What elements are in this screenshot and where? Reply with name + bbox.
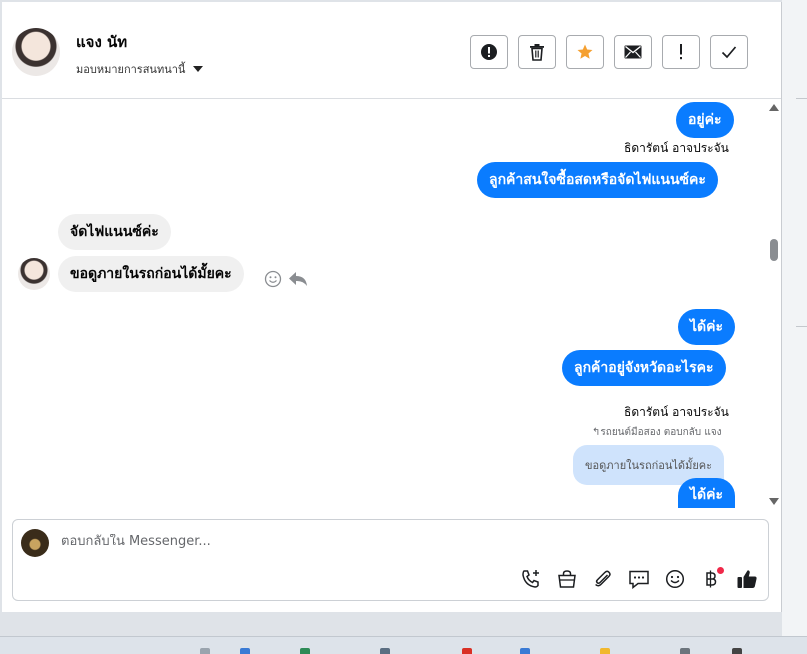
mark-important-button[interactable] xyxy=(662,35,700,69)
scroll-down-arrow-icon[interactable] xyxy=(769,498,779,505)
reply-note: ↰รถยนต์มือสอง ตอบกลับ แจง xyxy=(592,425,722,440)
scroll-up-arrow-icon[interactable] xyxy=(769,104,779,111)
edge-divider xyxy=(796,98,807,99)
taskbar xyxy=(0,636,807,654)
trash-icon xyxy=(530,44,544,61)
message-outgoing[interactable]: ลูกค้าสนใจซื้อสดหรือจัดไฟแนนซ์คะ xyxy=(477,162,718,198)
scrollbar-thumb[interactable] xyxy=(770,239,778,261)
taskbar-app-icon[interactable] xyxy=(520,648,530,654)
edge-divider xyxy=(796,326,807,327)
message-outgoing[interactable]: อยู่ค่ะ xyxy=(676,102,734,138)
notification-dot xyxy=(717,567,724,574)
saved-replies-button[interactable] xyxy=(627,567,651,591)
star-icon xyxy=(577,44,593,59)
assign-label: มอบหมายการสนทนานี้ xyxy=(76,63,186,76)
emoji-button[interactable] xyxy=(663,567,687,591)
shopping-bag-icon xyxy=(558,570,576,588)
taskbar-app-icon[interactable] xyxy=(600,648,610,654)
mark-done-button[interactable] xyxy=(710,35,748,69)
message-outgoing[interactable]: ลูกค้าอยู่จังหวัดอะไรคะ xyxy=(562,350,726,386)
contact-avatar-small[interactable] xyxy=(18,258,50,290)
shop-button[interactable] xyxy=(555,567,579,591)
follow-up-button[interactable] xyxy=(566,35,604,69)
call-add-icon xyxy=(522,570,539,588)
assign-conversation-dropdown[interactable]: มอบหมายการสนทนานี้ xyxy=(76,60,204,78)
reply-note-text: รถยนต์มือสอง ตอบกลับ แจง xyxy=(600,427,722,438)
taskbar-app-icon[interactable] xyxy=(380,648,390,654)
sender-name: ธิดารัตน์ อาจประจัน xyxy=(624,405,729,419)
caret-down-icon xyxy=(193,66,204,72)
message-incoming[interactable]: ขอดูภายในรถก่อนได้มั้ยคะ xyxy=(58,256,244,292)
delete-button[interactable] xyxy=(518,35,556,69)
message-outgoing[interactable]: ได้ค่ะ xyxy=(678,309,736,345)
conversation-header: แจง นัท มอบหมายการสนทนานี้ xyxy=(2,2,781,99)
reply-composer xyxy=(12,519,769,601)
taskbar-app-icon[interactable] xyxy=(300,648,310,654)
reply-arrow-icon[interactable] xyxy=(288,270,308,288)
inbox-window: แจง นัท มอบหมายการสนทนานี้ อยู่ค่ะ ธิดาร… xyxy=(2,2,782,612)
taskbar-app-icon[interactable] xyxy=(732,648,742,654)
contact-avatar[interactable] xyxy=(12,28,60,76)
mark-unread-button[interactable] xyxy=(614,35,652,69)
like-button[interactable] xyxy=(735,567,759,591)
taskbar-app-icon[interactable] xyxy=(680,648,690,654)
taskbar-app-icon[interactable] xyxy=(240,648,250,654)
taskbar-app-icon[interactable] xyxy=(200,648,210,654)
adjacent-window-edge xyxy=(782,0,807,636)
exclamation-icon xyxy=(680,44,682,60)
comment-icon xyxy=(629,570,649,589)
checkmark-icon xyxy=(721,46,737,59)
mark-spam-button[interactable] xyxy=(470,35,508,69)
paperclip-icon xyxy=(595,570,611,587)
call-add-button[interactable] xyxy=(519,567,543,591)
alert-circle-icon xyxy=(481,44,497,60)
taskbar-app-icon[interactable] xyxy=(462,648,472,654)
react-emoji-icon[interactable] xyxy=(264,270,282,288)
sender-name: ธิดารัตน์ อาจประจัน xyxy=(624,141,729,155)
page-avatar xyxy=(21,529,49,557)
message-incoming[interactable]: จัดไฟแนนซ์ค่ะ xyxy=(58,214,171,250)
contact-name[interactable]: แจง นัท xyxy=(76,30,127,54)
envelope-icon xyxy=(624,45,642,59)
reply-input[interactable] xyxy=(61,534,661,549)
emoji-icon xyxy=(665,569,685,589)
message-outgoing[interactable]: ได้ค่ะ xyxy=(678,478,736,508)
thumbs-up-icon xyxy=(737,570,757,588)
attach-button[interactable] xyxy=(591,567,615,591)
